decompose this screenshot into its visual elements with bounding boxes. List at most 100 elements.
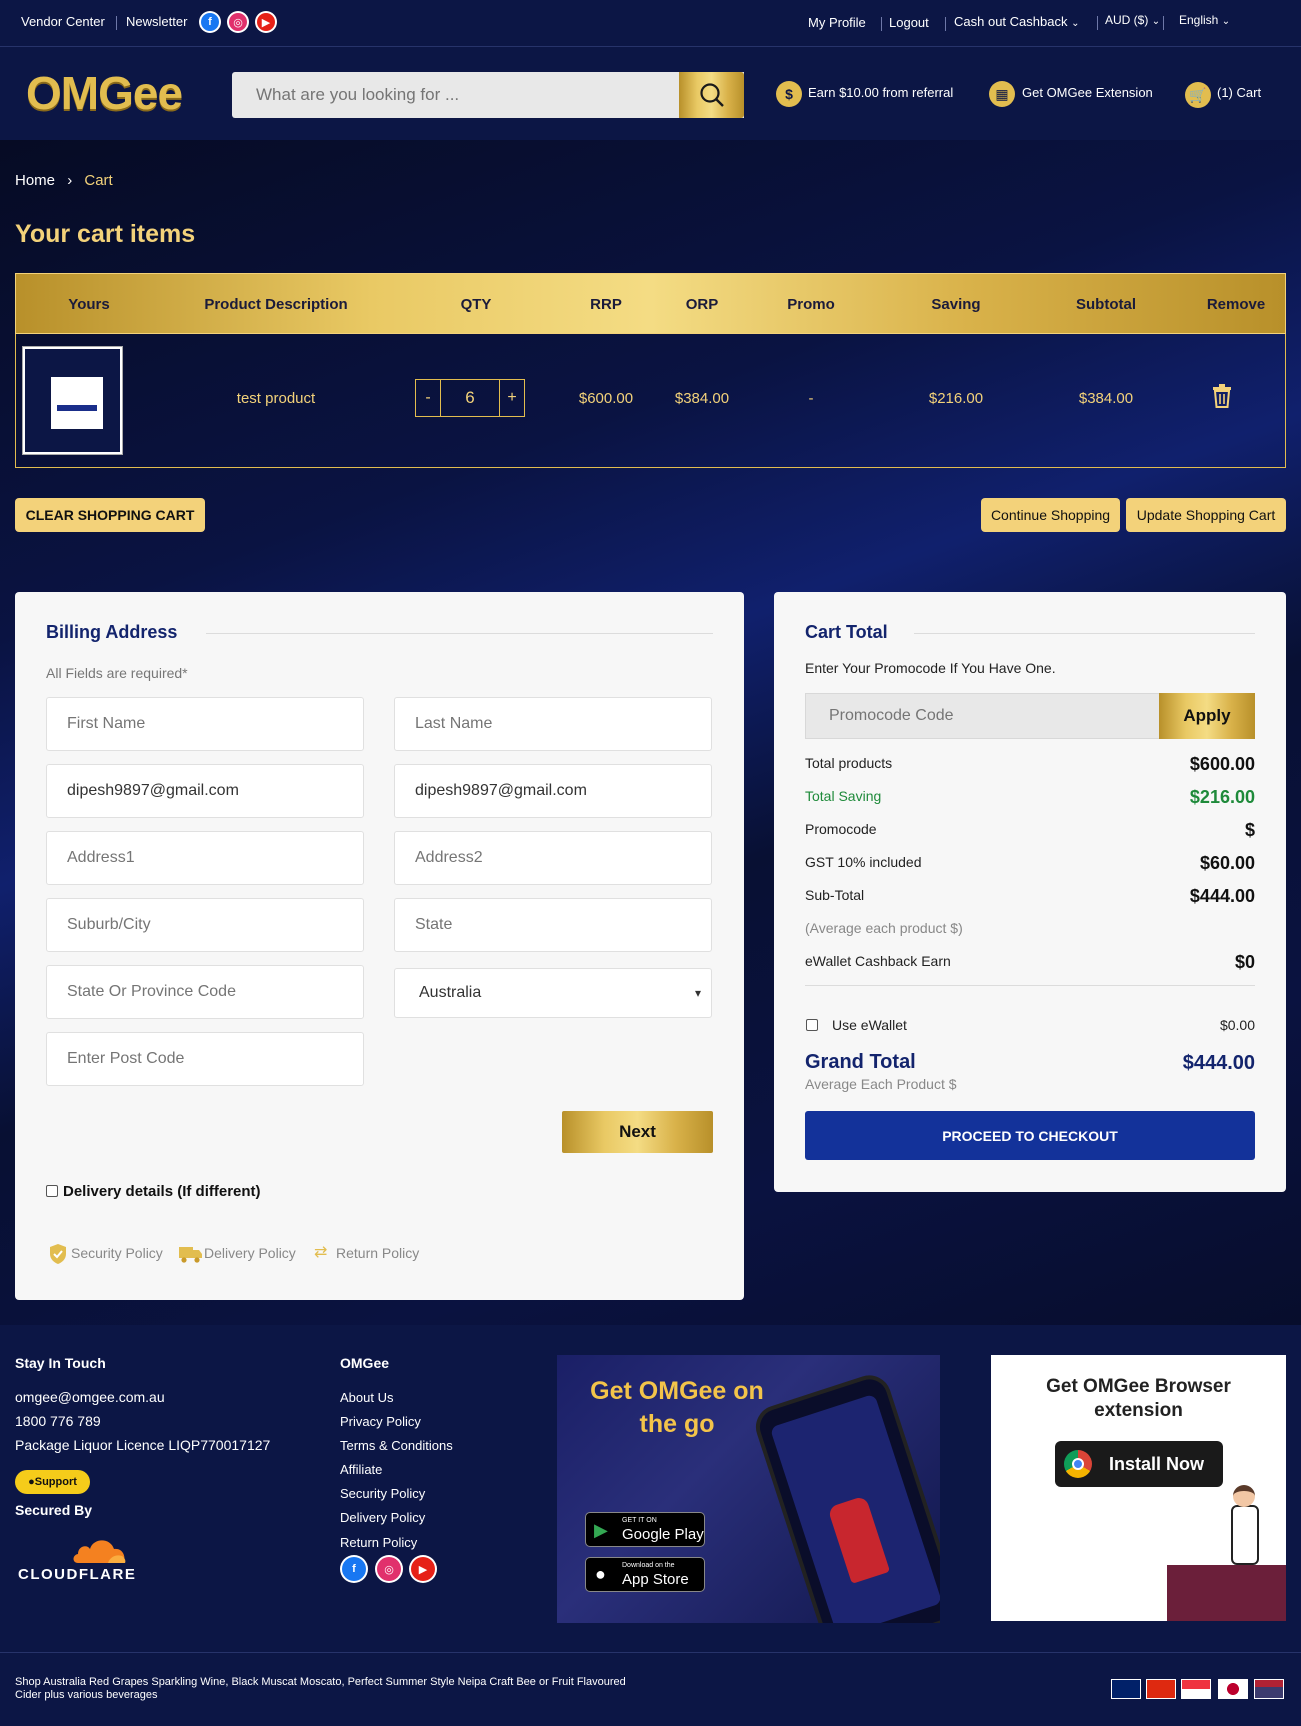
city-field[interactable] [46, 898, 364, 952]
divider [1163, 16, 1164, 30]
logo[interactable]: OMGee [26, 66, 183, 120]
next-button[interactable]: Next [562, 1111, 713, 1153]
chevron-down-icon: ⌄ [1221, 16, 1231, 27]
province-code-field[interactable] [46, 965, 364, 1019]
apply-button[interactable]: Apply [1159, 693, 1255, 739]
support-button[interactable]: ● Support [15, 1470, 90, 1494]
ewallet-earn-label: eWallet Cashback Earn [805, 953, 951, 969]
youtube-icon[interactable]: ▶ [409, 1555, 437, 1583]
logout-link[interactable]: Logout [889, 15, 929, 30]
product-thumbnail[interactable] [22, 346, 123, 455]
col-yours: Yours [68, 296, 110, 313]
last-name-field[interactable] [394, 697, 712, 751]
play-icon: ▶ [594, 1520, 608, 1540]
use-ewallet-label: Use eWallet [832, 1017, 907, 1033]
currency-dropdown[interactable]: AUD ($) ⌄ [1105, 13, 1160, 27]
checkout-button[interactable]: PROCEED TO CHECKOUT [805, 1111, 1255, 1160]
truck-icon [179, 1244, 203, 1269]
update-cart-button[interactable]: Update Shopping Cart [1126, 498, 1286, 532]
app-promo-title: Get OMGee on the go [590, 1377, 764, 1438]
footer-link-privacy[interactable]: Privacy Policy [340, 1414, 421, 1429]
footer-link-return[interactable]: Return Policy [340, 1535, 417, 1550]
google-play-badge[interactable]: ▶ GET IT ON Google Play [585, 1512, 705, 1547]
country-select[interactable]: Australia ▾ [394, 968, 712, 1018]
delivery-policy-link[interactable]: Delivery Policy [204, 1245, 296, 1261]
stay-in-touch-title: Stay In Touch [15, 1355, 106, 1371]
return-policy-link[interactable]: Return Policy [336, 1245, 419, 1261]
col-product-description: Product Description [204, 296, 348, 313]
facebook-icon[interactable]: f [340, 1555, 368, 1583]
vendor-center-link[interactable]: Vendor Center [21, 14, 105, 29]
extension-icon: ▦ [989, 81, 1015, 107]
instagram-icon[interactable]: ◎ [227, 11, 249, 33]
my-profile-link[interactable]: My Profile [808, 15, 866, 30]
footer-link-delivery[interactable]: Delivery Policy [340, 1510, 425, 1525]
singapore-flag-icon[interactable] [1181, 1679, 1211, 1699]
app-promo-banner[interactable]: Get OMGee on the go ▶ GET IT ON Google P… [557, 1355, 940, 1623]
japan-flag-icon[interactable] [1218, 1679, 1248, 1699]
security-policy-link[interactable]: Security Policy [71, 1245, 163, 1261]
continue-shopping-button[interactable]: Continue Shopping [981, 498, 1120, 532]
browser-extension-banner[interactable]: Get OMGee Browser extension Install Now [991, 1355, 1286, 1621]
top-bar: Vendor Center Newsletter f ◎ ▶ My Profil… [0, 0, 1301, 47]
cart-table-header: Yours Product Description QTY RRP ORP Pr… [15, 273, 1286, 334]
breadcrumb: Home › Cart [15, 172, 113, 189]
first-name-field[interactable] [46, 697, 364, 751]
search-button[interactable] [679, 72, 744, 118]
referral-link[interactable]: Earn $10.00 from referral [808, 85, 953, 100]
delivery-checkbox[interactable] [46, 1185, 58, 1197]
cart-link[interactable]: (1) Cart [1217, 85, 1261, 100]
app-store-badge[interactable]: ● Download on the App Store [585, 1557, 705, 1592]
col-subtotal: Subtotal [1076, 296, 1136, 313]
qty-input[interactable]: 6 [440, 379, 500, 417]
install-now-button[interactable]: Install Now [1055, 1441, 1223, 1487]
gst-value: $60.00 [1199, 853, 1255, 873]
footer-link-security[interactable]: Security Policy [340, 1486, 425, 1501]
app-store-label: App Store [622, 1571, 689, 1588]
youtube-icon[interactable]: ▶ [255, 11, 277, 33]
gst-label: GST 10% included [805, 854, 922, 870]
instagram-icon[interactable]: ◎ [375, 1555, 403, 1583]
promocode-value: $ [1244, 820, 1255, 840]
footer-link-terms[interactable]: Terms & Conditions [340, 1438, 453, 1453]
newsletter-link[interactable]: Newsletter [126, 14, 187, 29]
orp-value: $384.00 [674, 390, 730, 407]
subtotal-value: $444.00 [1189, 886, 1255, 906]
use-ewallet-checkbox[interactable] [806, 1019, 818, 1031]
browser-extension-title: Get OMGee Browser extension [1046, 1376, 1231, 1421]
breadcrumb-home[interactable]: Home [15, 172, 55, 189]
page-title: Your cart items [15, 220, 196, 248]
qty-increase-button[interactable]: + [499, 379, 525, 417]
product-name[interactable]: test product [166, 390, 386, 407]
trash-icon[interactable] [1212, 384, 1232, 413]
cart-total-title: Cart Total [805, 622, 888, 642]
country-value: Australia [419, 984, 482, 1001]
cashout-dropdown[interactable]: Cash out Cashback ⌄ [954, 14, 1079, 29]
email-confirm-field[interactable] [394, 764, 712, 818]
address2-field[interactable] [394, 831, 712, 885]
col-promo: Promo [787, 296, 835, 313]
hong-kong-flag-icon[interactable] [1146, 1679, 1176, 1699]
usa-flag-icon[interactable] [1254, 1679, 1284, 1699]
extension-link[interactable]: Get OMGee Extension [1022, 85, 1153, 100]
footer-email[interactable]: omgee@omgee.com.au [15, 1389, 165, 1405]
divider [116, 16, 117, 30]
promocode-input[interactable] [805, 693, 1160, 739]
email-field[interactable] [46, 764, 364, 818]
postcode-field[interactable] [46, 1032, 364, 1086]
return-arrows-icon: ⇄ [314, 1244, 328, 1261]
address1-field[interactable] [46, 831, 364, 885]
apple-icon: ● [595, 1564, 606, 1584]
search-input[interactable] [232, 72, 744, 118]
clear-cart-button[interactable]: CLEAR SHOPPING CART [15, 498, 205, 532]
qty-decrease-button[interactable]: - [415, 379, 441, 417]
footer-link-about[interactable]: About Us [340, 1390, 393, 1405]
footer-phone[interactable]: 1800 776 789 [15, 1413, 101, 1429]
divider [1097, 16, 1098, 30]
facebook-icon[interactable]: f [199, 11, 221, 33]
promo-prompt: Enter Your Promocode If You Have One. [805, 660, 1056, 676]
state-field[interactable] [394, 898, 712, 952]
australia-flag-icon[interactable] [1111, 1679, 1141, 1699]
footer-link-affiliate[interactable]: Affiliate [340, 1462, 382, 1477]
language-dropdown[interactable]: English ⌄ [1179, 13, 1230, 27]
